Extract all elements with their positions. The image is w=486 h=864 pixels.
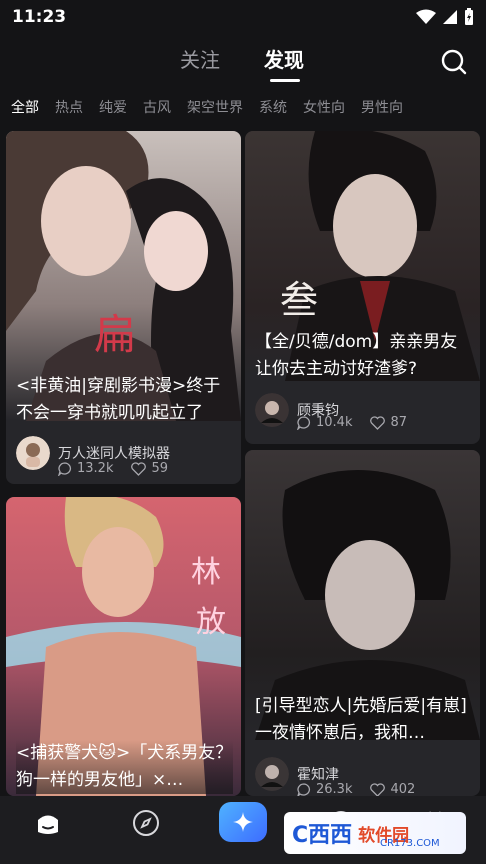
story-title: <捕获警犬🐱>「犬系男友？狗一样的男友他」×… — [16, 740, 233, 794]
wifi-icon — [416, 9, 436, 24]
story-card[interactable]: [引导型恋人|先婚后爱|有崽]一夜情怀崽后，我和… 霍知津 26.3k 402 — [245, 450, 480, 796]
heart-icon[interactable] — [370, 415, 386, 430]
top-navigation: 关注 发现 — [0, 34, 486, 88]
battery-icon — [465, 8, 473, 25]
comment-icon — [297, 415, 310, 430]
card-stats: 26.3k 402 — [297, 782, 433, 796]
tab-follow[interactable]: 关注 — [180, 44, 220, 73]
story-card[interactable]: 扁 <非黄油|穿剧影书漫>终于不会一穿书就叽叽起立了 万人迷同人模拟器 13.2… — [6, 131, 241, 484]
author-name: 霍知津 — [297, 767, 339, 783]
comment-icon — [58, 461, 71, 476]
cover-art-text: 扁 — [94, 310, 137, 359]
status-icons — [416, 8, 474, 26]
category-fantasy-world[interactable]: 架空世界 — [187, 97, 243, 117]
category-all[interactable]: 全部 — [11, 97, 39, 117]
category-ancient[interactable]: 古风 — [143, 97, 171, 117]
watermark-mark: C西西 — [292, 823, 353, 848]
story-card[interactable]: 叁 【全/贝德/dom】亲亲男友让你去主动讨好渣爹? 顾秉钧 10.4k 87 — [245, 131, 480, 444]
card-stats: 10.4k 87 — [297, 415, 425, 430]
watermark-logo: C西西 软件园 CR173.COM — [284, 812, 466, 854]
like-count: 59 — [151, 461, 169, 476]
search-icon[interactable] — [440, 48, 468, 76]
cover-art-text: 叁 — [280, 278, 319, 322]
home-icon[interactable] — [33, 808, 63, 838]
create-button[interactable] — [219, 802, 267, 842]
active-tab-indicator — [270, 79, 300, 82]
story-card[interactable]: 林 放 <捕获警犬🐱>「犬系男友？狗一样的男友他」×… — [6, 497, 241, 796]
comment-count: 26.3k — [316, 782, 353, 796]
category-system[interactable]: 系统 — [259, 97, 287, 117]
cover-art-text: 林 — [191, 555, 221, 590]
like-count: 87 — [390, 415, 408, 430]
heart-icon[interactable] — [131, 461, 147, 476]
story-title: [引导型恋人|先婚后爱|有崽]一夜情怀崽后，我和… — [255, 696, 467, 743]
avatar — [16, 436, 50, 470]
comment-icon — [297, 782, 310, 796]
like-count: 402 — [390, 782, 416, 796]
avatar — [255, 393, 289, 427]
watermark-url: CR173.COM — [380, 838, 440, 849]
status-time: 11:23 — [12, 7, 67, 27]
signal-icon — [443, 10, 457, 24]
category-tabs: 全部 热点 纯爱 古风 架空世界 系统 女性向 男性向 — [0, 90, 486, 124]
story-title: 【全/贝德/dom】亲亲男友让你去主动讨好渣爹? — [255, 332, 458, 379]
category-male[interactable]: 男性向 — [361, 97, 403, 117]
avatar — [255, 757, 289, 791]
comment-count: 10.4k — [316, 415, 353, 430]
cover-art-text: 放 — [196, 605, 226, 640]
card-stats: 13.2k 59 — [58, 461, 186, 476]
author-name: 万人迷同人模拟器 — [58, 446, 170, 462]
heart-icon[interactable] — [370, 782, 386, 797]
status-bar: 11:23 — [0, 0, 486, 34]
sparkle-icon — [233, 812, 253, 832]
category-female[interactable]: 女性向 — [303, 97, 345, 117]
compass-icon[interactable] — [131, 808, 161, 838]
story-title: <非黄油|穿剧影书漫>终于不会一穿书就叽叽起立了 — [16, 376, 221, 423]
tab-discover[interactable]: 发现 — [264, 44, 304, 73]
comment-count: 13.2k — [77, 461, 114, 476]
category-pure-love[interactable]: 纯爱 — [99, 97, 127, 117]
category-hot[interactable]: 热点 — [55, 97, 83, 117]
